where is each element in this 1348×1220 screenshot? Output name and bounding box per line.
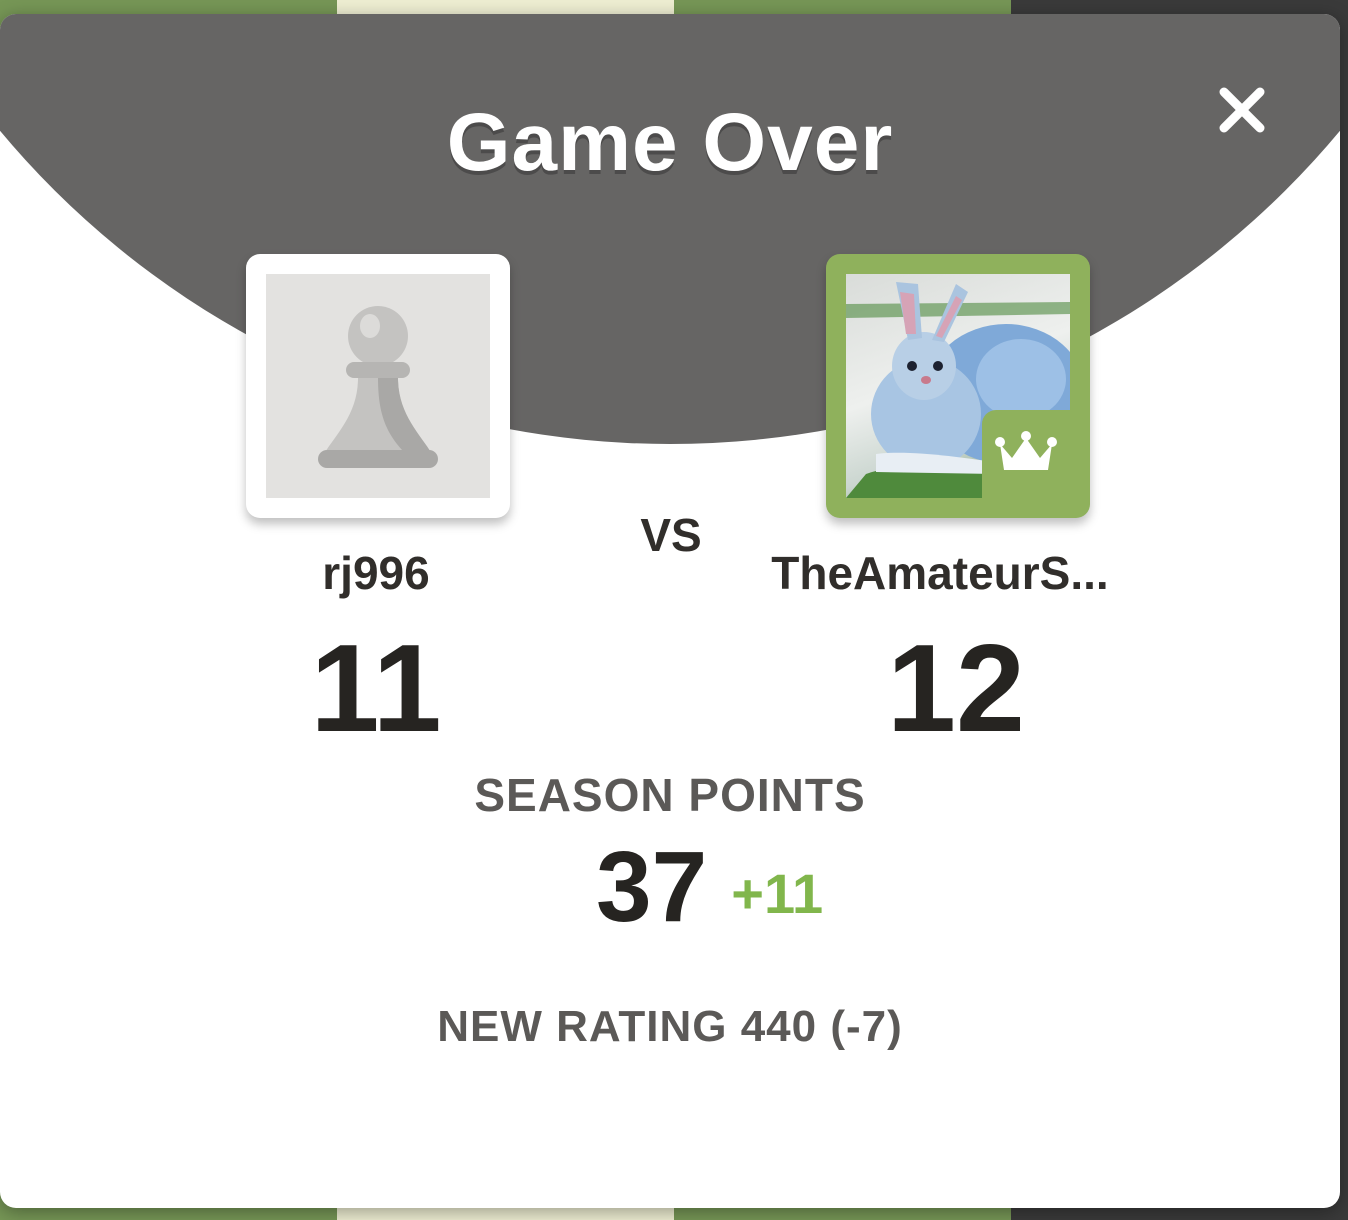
player-left-score: 11 <box>310 620 442 758</box>
player-right-avatar[interactable] <box>826 254 1090 518</box>
pawn-icon <box>318 306 438 468</box>
season-points-row: 37 +11 <box>596 832 823 942</box>
new-rating-text: NEW RATING 440 (-7) <box>437 1002 903 1051</box>
close-icon <box>1219 87 1265 133</box>
player-right-username[interactable]: TheAmateurS... <box>740 546 1140 600</box>
modal-title: Game Over <box>446 97 894 188</box>
season-points-value: 37 <box>596 831 708 943</box>
season-points-delta: +11 <box>731 862 824 925</box>
close-button[interactable] <box>1210 78 1274 142</box>
vs-label: VS <box>640 509 702 561</box>
game-over-modal: Game Over VS rj996 TheAmateurS... 11 12 … <box>0 14 1340 1208</box>
season-points-label: SEASON POINTS <box>474 769 866 821</box>
modal-header-background <box>0 14 1340 444</box>
player-left-username[interactable]: rj996 <box>276 546 476 600</box>
player-left-avatar[interactable] <box>246 254 510 518</box>
player-right-score: 12 <box>887 620 1025 758</box>
crown-icon <box>995 431 1057 470</box>
premium-badge <box>982 410 1070 498</box>
